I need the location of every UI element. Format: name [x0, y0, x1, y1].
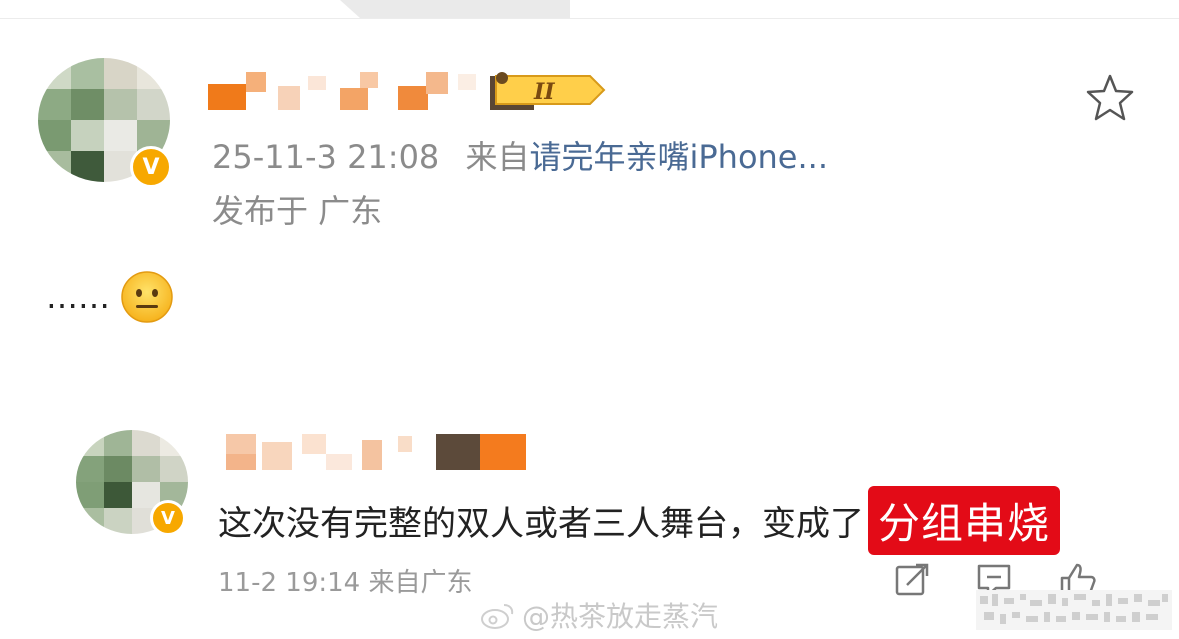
highlight-label: 分组串烧: [868, 486, 1061, 555]
qr-code-image: [976, 590, 1172, 630]
top-bar: [0, 0, 1179, 19]
top-bar-shape: [360, 0, 570, 18]
top-bar-shape: [340, 0, 360, 18]
author-name-blurred[interactable]: [208, 72, 538, 110]
watermark: @热茶放走蒸汽: [480, 595, 718, 635]
post-meta: 25-11-3 21:08 来自请完年亲嘴iPhone...: [212, 132, 828, 178]
post-timestamp: 25-11-3 21:08: [212, 138, 440, 176]
level-badge-icon: II: [495, 72, 606, 105]
star-icon[interactable]: [1084, 72, 1136, 124]
source-prefix: 来自: [465, 138, 530, 176]
weibo-logo-icon: [481, 604, 514, 629]
reply-meta: 11-2 19:14 来自广东: [218, 568, 473, 598]
share-icon[interactable]: [892, 560, 932, 600]
reply-text: 这次没有完整的双人或者三人舞台，变成了: [218, 504, 864, 544]
source-link[interactable]: 请完年亲嘴iPhone...: [529, 138, 828, 176]
reply-content: 这次没有完整的双人或者三人舞台，变成了 分组串烧: [218, 486, 1061, 555]
neutral-face-icon: [121, 271, 173, 323]
post-content: ……: [46, 270, 174, 324]
verified-badge-icon: V: [130, 146, 172, 188]
verified-badge-icon: V: [150, 500, 186, 536]
post-text: ……: [46, 278, 110, 316]
post-location: 发布于 广东: [212, 192, 383, 230]
level-badge-text: II: [533, 79, 555, 105]
reply-author-name-blurred[interactable]: [226, 434, 526, 472]
watermark-text: @热茶放走蒸汽: [522, 600, 719, 633]
